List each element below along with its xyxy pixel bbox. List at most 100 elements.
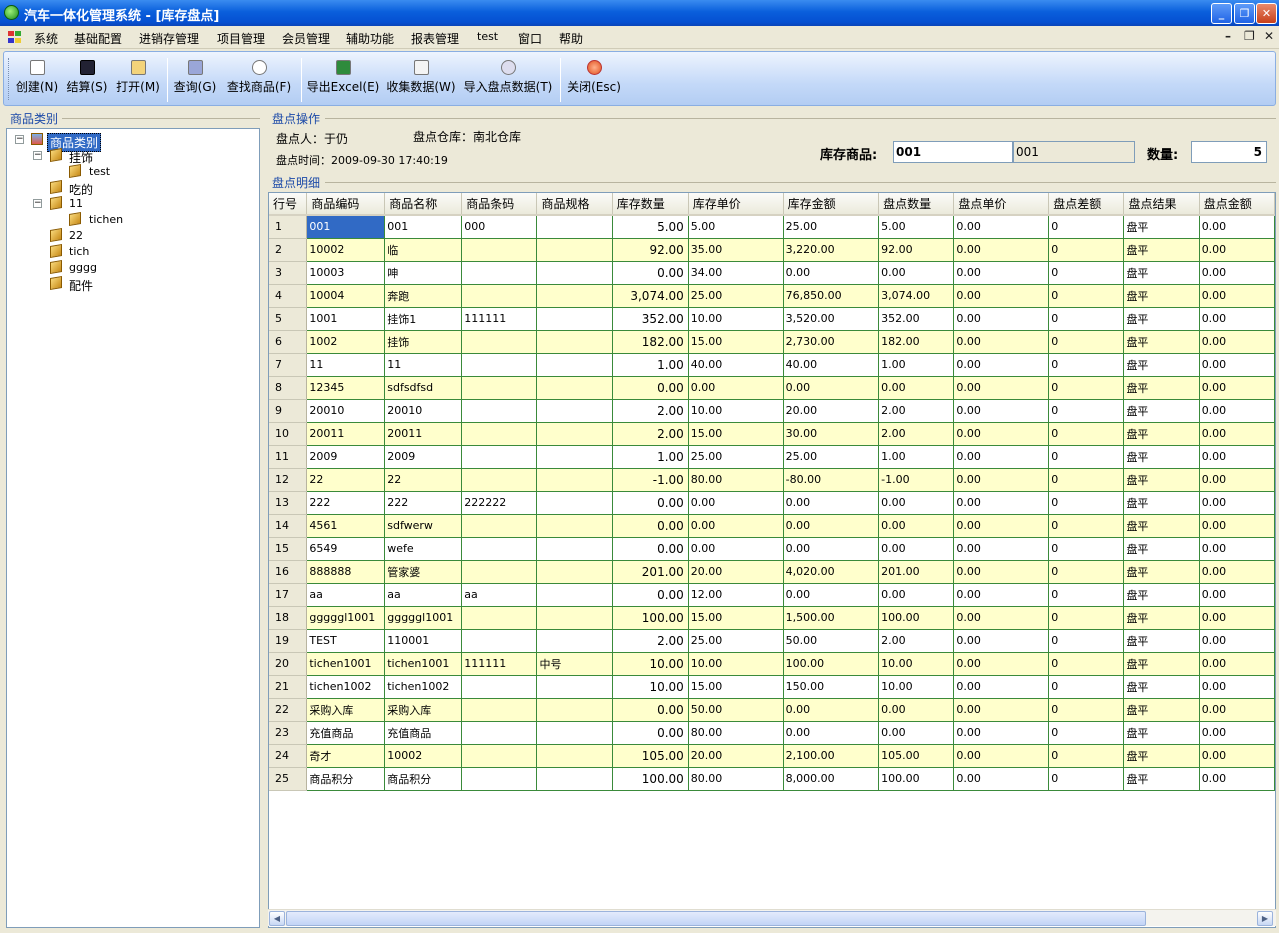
table-cell[interactable]: 15.00	[688, 330, 784, 354]
table-cell[interactable]: 0	[1048, 698, 1125, 722]
table-cell[interactable]: 盘平	[1123, 537, 1200, 561]
open-button[interactable]: 打开(M)	[115, 60, 161, 102]
table-cell[interactable]: 76,850.00	[783, 284, 880, 308]
table-cell[interactable]: 0.00	[878, 698, 955, 722]
collapse-icon[interactable]: −	[15, 135, 24, 144]
table-cell[interactable]: 盘平	[1123, 261, 1200, 285]
table-cell[interactable]: 0.00	[612, 261, 689, 285]
table-cell[interactable]: 4561	[306, 514, 386, 538]
tree-node-label[interactable]: test	[89, 165, 110, 178]
table-cell[interactable]: 0.00	[783, 376, 880, 400]
table-cell[interactable]: 80.00	[688, 767, 784, 791]
table-cell[interactable]: aa	[306, 583, 386, 607]
table-cell[interactable]: 0.00	[1199, 698, 1275, 722]
table-cell[interactable]	[461, 767, 538, 791]
table-cell[interactable]: 0.00	[953, 445, 1050, 469]
table-cell[interactable]: 20010	[306, 399, 386, 423]
table-cell[interactable]	[536, 606, 613, 630]
table-cell[interactable]: 110001	[384, 629, 463, 653]
table-cell[interactable]: 105.00	[878, 744, 955, 768]
mdi-close-icon[interactable]: ✕	[1264, 29, 1274, 43]
table-cell[interactable]: 0.00	[1199, 583, 1275, 607]
table-cell[interactable]	[536, 744, 613, 768]
table-cell[interactable]: 105.00	[612, 744, 689, 768]
table-cell[interactable]	[536, 422, 613, 446]
table-cell[interactable]: 10.00	[612, 652, 689, 676]
table-cell[interactable]: 100.00	[612, 606, 689, 630]
table-cell[interactable]	[461, 468, 538, 492]
table-cell[interactable]: 盘平	[1123, 652, 1200, 676]
table-cell[interactable]: 0	[1048, 284, 1125, 308]
table-cell[interactable]: 0.00	[612, 698, 689, 722]
table-row[interactable]: 7 11 11 1.00 40.00 40.00 1.00 0.00 0 盘平 0.00	[269, 353, 1275, 377]
table-cell[interactable]: 3,220.00	[783, 238, 880, 262]
tree-node-22[interactable]: 22	[50, 227, 250, 244]
table-cell[interactable]	[461, 330, 538, 354]
table-cell[interactable]: 20.00	[783, 399, 880, 423]
table-cell[interactable]: 0.00	[953, 583, 1050, 607]
table-cell[interactable]: 12.00	[688, 583, 784, 607]
table-cell[interactable]	[461, 698, 538, 722]
table-cell[interactable]	[536, 468, 613, 492]
table-cell[interactable]: 盘平	[1123, 330, 1200, 354]
table-cell[interactable]: 0.00	[953, 698, 1050, 722]
table-cell[interactable]: 2.00	[612, 422, 689, 446]
table-cell[interactable]: 2.00	[612, 399, 689, 423]
table-cell[interactable]: 2,100.00	[783, 744, 880, 768]
table-cell[interactable]: 20011	[306, 422, 386, 446]
table-row[interactable]: 19 TEST 110001 2.00 25.00 50.00 2.00 0.00 0 盘平 0.0…	[269, 629, 1275, 653]
table-cell[interactable]: -80.00	[783, 468, 880, 492]
table-cell[interactable]: 4,020.00	[783, 560, 880, 584]
table-cell[interactable]: 001	[306, 215, 386, 239]
table-cell[interactable]: 0.00	[953, 744, 1050, 768]
close-window-icon[interactable]: ✕	[1256, 3, 1277, 24]
table-cell[interactable]: sdfwerw	[384, 514, 463, 538]
table-cell[interactable]: 0.00	[1199, 491, 1275, 515]
table-cell[interactable]	[461, 445, 538, 469]
table-row[interactable]: 3 10003 呻 0.00 34.00 0.00 0.00 0.00 0 盘平 0.00	[269, 261, 1275, 285]
table-cell[interactable]: 中号	[536, 652, 613, 676]
table-cell[interactable]: 0	[1048, 399, 1125, 423]
table-cell[interactable]: gggggl1001	[384, 606, 463, 630]
table-cell[interactable]: 15.00	[688, 422, 784, 446]
table-cell[interactable]: 111111	[461, 652, 538, 676]
table-cell[interactable]: 0.00	[1199, 422, 1275, 446]
table-cell[interactable]: 000	[461, 215, 538, 239]
table-row[interactable]: 21 tichen1002 tichen1002 10.00 15.00 150.00 10…	[269, 675, 1275, 699]
table-cell[interactable]	[461, 744, 538, 768]
table-row[interactable]: 13 222 222 222222 0.00 0.00 0.00 0.00 0.00 0 盘平 0.0…	[269, 491, 1275, 515]
table-cell[interactable]: 2.00	[878, 629, 955, 653]
table-cell[interactable]: 100.00	[878, 767, 955, 791]
table-cell[interactable]: 0.00	[953, 468, 1050, 492]
scroll-right-icon[interactable]: ▶	[1257, 911, 1273, 926]
table-cell[interactable]: -1.00	[612, 468, 689, 492]
table-cell[interactable]: 0.00	[783, 698, 880, 722]
table-cell[interactable]: 2.00	[878, 422, 955, 446]
table-cell[interactable]: 0.00	[953, 399, 1050, 423]
table-cell[interactable]: tichen1001	[384, 652, 463, 676]
table-cell[interactable]: aa	[461, 583, 538, 607]
table-cell[interactable]: 3,074.00	[612, 284, 689, 308]
table-cell[interactable]: 0.00	[612, 537, 689, 561]
table-row[interactable]: 17 aa aa aa 0.00 12.00 0.00 0.00 0.00 0 盘平 0.00	[269, 583, 1275, 607]
table-cell[interactable]: 0.00	[953, 353, 1050, 377]
table-cell[interactable]: 盘平	[1123, 629, 1200, 653]
table-cell[interactable]: 0.00	[953, 284, 1050, 308]
table-cell[interactable]: wefe	[384, 537, 463, 561]
tree-node-guashi[interactable]: − 挂饰	[33, 147, 253, 165]
table-cell[interactable]	[461, 284, 538, 308]
table-cell[interactable]: 0	[1048, 468, 1125, 492]
menu-test[interactable]: test	[477, 30, 498, 43]
table-cell[interactable]: 0.00	[1199, 284, 1275, 308]
table-cell[interactable]: 0	[1048, 744, 1125, 768]
table-cell[interactable]: 50.00	[783, 629, 880, 653]
table-cell[interactable]: 奔跑	[384, 284, 463, 308]
table-cell[interactable]: 888888	[306, 560, 386, 584]
table-cell[interactable]: 0	[1048, 606, 1125, 630]
table-cell[interactable]: -1.00	[878, 468, 955, 492]
tree-node-gggg[interactable]: gggg	[50, 259, 250, 276]
table-cell[interactable]: 挂饰	[384, 330, 463, 354]
create-button[interactable]: 创建(N)	[14, 60, 60, 102]
export-excel-button[interactable]: 导出Excel(E)	[306, 60, 380, 102]
table-cell[interactable]: 5.00	[612, 215, 689, 239]
